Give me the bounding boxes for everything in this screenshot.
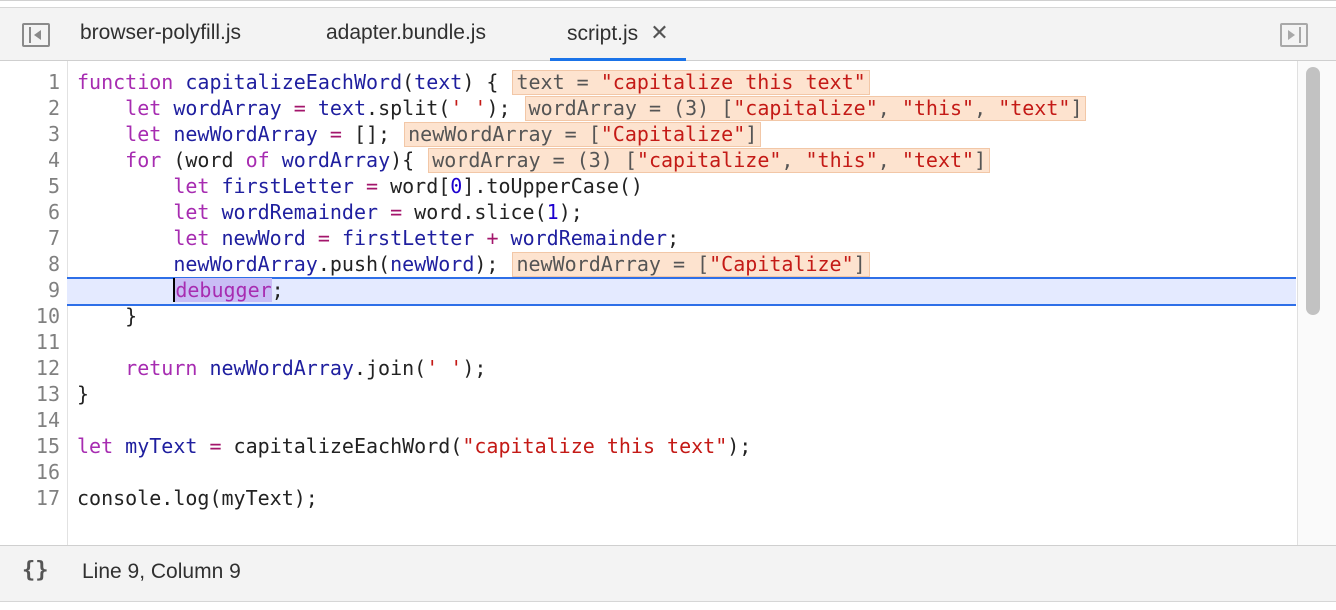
line-number[interactable]: 9 [0,277,60,303]
code-line[interactable]: 12 return newWordArray.join(' '); [0,355,1296,381]
code-line[interactable]: 8 newWordArray.push(newWord); newWordArra… [0,251,1296,277]
code-text: } [77,304,138,328]
tab-script[interactable]: script.js ✕ [550,8,686,61]
code-text: for (word of wordArray){wordArray = (3) … [77,147,991,173]
inline-value: wordArray = (3) ["capitalize", "this", "… [428,148,991,173]
scrollbar-thumb[interactable] [1306,67,1320,315]
line-number[interactable]: 3 [0,121,60,147]
code-text: let wordRemainder = word.slice(1); [173,200,583,224]
code-line[interactable]: 16 [0,459,1296,485]
sources-panel: browser-polyfill.js adapter.bundle.js sc… [0,0,1336,610]
code-text: let myText = capitalizeEachWord("capital… [77,434,752,458]
cursor-position: Line 9, Column 9 [82,560,241,583]
line-number[interactable]: 10 [0,303,60,329]
line-number[interactable]: 16 [0,459,60,485]
line-number[interactable]: 6 [0,199,60,225]
tab-label: script.js [567,22,639,45]
pretty-print-icon[interactable]: {} [22,558,49,583]
code-line[interactable]: 17 console.log(myText); [0,485,1296,511]
code-line[interactable]: 2 let wordArray = text.split(' '); wordAr… [0,95,1296,121]
line-number[interactable]: 5 [0,173,60,199]
code-text: console.log(myText); [77,486,318,510]
editor-tab-bar: browser-polyfill.js adapter.bundle.js sc… [0,7,1336,61]
toggle-debugger-icon[interactable] [1280,23,1308,47]
code-line[interactable]: 4 for (word of wordArray){wordArray = (3… [0,147,1296,173]
line-number[interactable]: 17 [0,485,60,511]
tab-label: browser-polyfill.js [80,21,242,44]
line-number[interactable]: 1 [0,69,60,95]
line-number[interactable]: 8 [0,251,60,277]
code-text: let newWord = firstLetter + wordRemainde… [173,226,680,250]
tab-label: adapter.bundle.js [326,21,486,44]
status-bar: {} Line 9, Column 9 [0,545,1336,601]
close-icon[interactable]: ✕ [650,8,668,58]
code-text: debugger; [173,278,284,302]
code-line[interactable]: 10 } [0,303,1296,329]
line-number[interactable]: 13 [0,381,60,407]
code-text: return newWordArray.join(' '); [125,356,487,380]
line-number[interactable]: 2 [0,95,60,121]
line-number[interactable]: 15 [0,433,60,459]
code-line[interactable]: 11 [0,329,1296,355]
code-text: newWordArray.push(newWord); newWordArray … [77,251,870,277]
line-number[interactable]: 4 [0,147,60,173]
tab-browser-polyfill[interactable]: browser-polyfill.js [80,8,241,61]
code-editor[interactable]: 1 function capitalizeEachWord(text) {tex… [0,61,1336,545]
code-line[interactable]: 13 } [0,381,1296,407]
current-execution-line[interactable]: 9 debugger; [48,277,1296,306]
code-text: function capitalizeEachWord(text) {text … [77,69,870,95]
code-line[interactable]: 15 let myText = capitalizeEachWord("capi… [0,433,1296,459]
tab-adapter-bundle[interactable]: adapter.bundle.js [326,8,486,61]
panel-bottom-edge [0,601,1336,610]
line-number[interactable]: 12 [0,355,60,381]
line-number[interactable]: 14 [0,407,60,433]
vertical-scrollbar[interactable] [1297,61,1336,545]
toggle-navigator-icon[interactable] [22,23,50,47]
code-line[interactable]: 5 let firstLetter = word[0].toUpperCase(… [0,173,1296,199]
line-number[interactable]: 11 [0,329,60,355]
code-text: let firstLetter = word[0].toUpperCase() [173,174,643,198]
code-text: } [77,382,90,406]
code-text: let newWordArray = []; newWordArray = ["C… [77,121,762,147]
line-number[interactable]: 7 [0,225,60,251]
code-text: let wordArray = text.split(' '); wordArra… [77,95,1087,121]
code-line[interactable]: 14 [0,407,1296,433]
code-line[interactable]: 3 let newWordArray = []; newWordArray = [… [0,121,1296,147]
code-line[interactable]: 1 function capitalizeEachWord(text) {tex… [0,69,1296,95]
inline-value: newWordArray = ["Capitalize"] [404,122,762,147]
inline-value: wordArray = (3) ["capitalize", "this", "… [524,96,1087,121]
inline-value: text = "capitalize this text" [512,70,870,95]
inline-value: newWordArray = ["Capitalize"] [512,252,870,277]
code-line[interactable]: 7 let newWord = firstLetter + wordRemain… [0,225,1296,251]
code-line[interactable]: 6 let wordRemainder = word.slice(1); [0,199,1296,225]
